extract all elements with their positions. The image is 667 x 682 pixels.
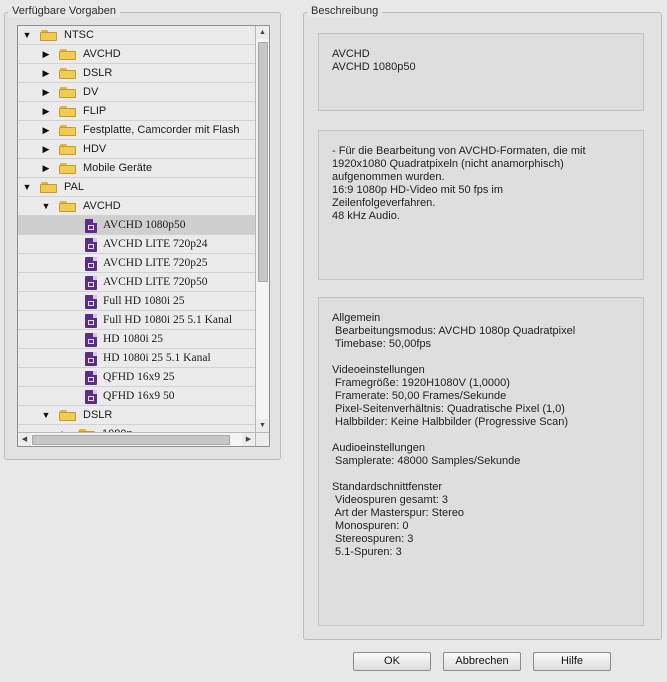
preset-file-icon [85, 371, 97, 385]
tree-preset-row[interactable]: Full HD 1080i 25 [18, 292, 255, 311]
ok-button[interactable]: OK [353, 652, 431, 671]
disclosure-expanded-icon[interactable]: ▼ [21, 178, 33, 197]
preset-tree[interactable]: ▼ NTSC ▶ AVCHD ▶ DSLR ▶ DV ▶ FLIP ▶ Festplatte, Cam… [17, 25, 270, 447]
tree-preset-row[interactable]: AVCHD LITE 720p25 [18, 254, 255, 273]
tree-preset-label: Full HD 1080i 25 5.1 Kanal [103, 314, 233, 326]
tree-folder-row[interactable]: ▼ DSLR [18, 406, 255, 425]
tree-preset-row[interactable]: AVCHD LITE 720p24 [18, 235, 255, 254]
tree-preset-row[interactable]: AVCHD 1080p50 [18, 216, 255, 235]
tree-folder-label: 1080p [102, 425, 133, 432]
preset-file-icon [85, 238, 97, 252]
preset-details-text: Allgemein Bearbeitungsmodus: AVCHD 1080p… [332, 312, 576, 558]
tree-folder-row[interactable]: ▶ 1080p [18, 425, 255, 432]
folder-icon [59, 201, 76, 212]
description-group-title: Beschreibung [307, 5, 383, 17]
help-button[interactable]: Hilfe [533, 652, 611, 671]
tree-folder-label: PAL [64, 181, 84, 193]
tree-folder-label: AVCHD [83, 200, 121, 212]
tree-folder-row[interactable]: ▶ HDV [18, 140, 255, 159]
tree-folder-row[interactable]: ▼ PAL [18, 178, 255, 197]
preset-file-icon [85, 295, 97, 309]
disclosure-collapsed-icon[interactable]: ▶ [40, 102, 52, 121]
preset-file-icon [85, 352, 97, 366]
tree-folder-label: Festplatte, Camcorder mit Flash [83, 124, 240, 136]
tree-folder-row[interactable]: ▶ Festplatte, Camcorder mit Flash [18, 121, 255, 140]
tree-preset-label: AVCHD LITE 720p25 [103, 257, 208, 269]
tree-folder-row[interactable]: ▶ DV [18, 83, 255, 102]
preset-details-box: Allgemein Bearbeitungsmodus: AVCHD 1080p… [318, 297, 644, 626]
tree-folder-label: AVCHD [83, 48, 121, 60]
preset-file-icon [85, 333, 97, 347]
tree-folder-label: Mobile Geräte [83, 162, 153, 174]
folder-icon [59, 87, 76, 98]
folder-icon [59, 125, 76, 136]
disclosure-expanded-icon[interactable]: ▼ [21, 26, 33, 45]
tree-folder-label: NTSC [64, 29, 94, 41]
tree-folder-row[interactable]: ▶ FLIP [18, 102, 255, 121]
preset-tree-rows: ▼ NTSC ▶ AVCHD ▶ DSLR ▶ DV ▶ FLIP ▶ Festplatte, Cam… [18, 26, 255, 432]
tree-preset-row[interactable]: QFHD 16x9 25 [18, 368, 255, 387]
tree-preset-label: HD 1080i 25 5.1 Kanal [103, 352, 211, 364]
disclosure-collapsed-icon[interactable]: ▶ [40, 45, 52, 64]
folder-icon [40, 182, 57, 193]
tree-preset-row[interactable]: AVCHD LITE 720p50 [18, 273, 255, 292]
scroll-down-arrow-icon[interactable]: ▼ [256, 419, 269, 432]
tree-preset-row[interactable]: Full HD 1080i 25 5.1 Kanal [18, 311, 255, 330]
tree-preset-row[interactable]: HD 1080i 25 [18, 330, 255, 349]
tree-preset-label: AVCHD 1080p50 [103, 219, 186, 231]
cancel-button[interactable]: Abbrechen [443, 652, 521, 671]
disclosure-collapsed-icon[interactable]: ▶ [40, 159, 52, 178]
tree-vertical-scrollbar[interactable]: ▲ ▼ [255, 26, 269, 432]
tree-folder-label: DSLR [83, 409, 113, 421]
disclosure-expanded-icon[interactable]: ▼ [40, 197, 52, 216]
tree-preset-label: QFHD 16x9 25 [103, 371, 175, 383]
tree-preset-label: Full HD 1080i 25 [103, 295, 185, 307]
tree-preset-label: AVCHD LITE 720p24 [103, 238, 208, 250]
preset-file-icon [85, 390, 97, 404]
disclosure-collapsed-icon[interactable]: ▶ [40, 64, 52, 83]
tree-preset-row[interactable]: QFHD 16x9 50 [18, 387, 255, 406]
folder-icon [40, 30, 57, 41]
tree-folder-label: HDV [83, 143, 107, 155]
horizontal-scroll-thumb[interactable] [32, 435, 230, 445]
preset-file-icon [85, 314, 97, 328]
preset-file-icon [85, 219, 97, 233]
folder-icon [59, 163, 76, 174]
scroll-up-arrow-icon[interactable]: ▲ [256, 26, 269, 39]
tree-folder-label: DV [83, 86, 99, 98]
folder-icon [59, 106, 76, 117]
preset-file-icon [85, 276, 97, 290]
preset-file-icon [85, 257, 97, 271]
tree-horizontal-scrollbar[interactable]: ◀ ▶ [18, 432, 255, 446]
disclosure-collapsed-icon[interactable]: ▶ [40, 83, 52, 102]
disclosure-collapsed-icon[interactable]: ▶ [40, 140, 52, 159]
preset-name-text: AVCHD AVCHD 1080p50 [332, 48, 416, 73]
preset-description-box: - Für die Bearbeitung von AVCHD-Formaten… [318, 130, 644, 280]
folder-icon [59, 49, 76, 60]
vertical-scroll-thumb[interactable] [258, 42, 268, 282]
presets-group-title: Verfügbare Vorgaben [8, 5, 120, 17]
disclosure-collapsed-icon[interactable]: ▶ [59, 425, 71, 432]
scrollbar-corner [255, 432, 269, 446]
scroll-left-arrow-icon[interactable]: ◀ [18, 433, 31, 446]
tree-folder-row[interactable]: ▼ AVCHD [18, 197, 255, 216]
disclosure-expanded-icon[interactable]: ▼ [40, 406, 52, 425]
tree-preset-label: AVCHD LITE 720p50 [103, 276, 208, 288]
tree-preset-label: QFHD 16x9 50 [103, 390, 175, 402]
scroll-right-arrow-icon[interactable]: ▶ [242, 433, 255, 446]
tree-folder-row[interactable]: ▶ Mobile Geräte [18, 159, 255, 178]
tree-folder-label: DSLR [83, 67, 113, 79]
folder-icon [59, 68, 76, 79]
tree-preset-label: HD 1080i 25 [103, 333, 164, 345]
preset-description-text: - Für die Bearbeitung von AVCHD-Formaten… [332, 145, 586, 222]
tree-preset-row[interactable]: HD 1080i 25 5.1 Kanal [18, 349, 255, 368]
tree-folder-row[interactable]: ▼ NTSC [18, 26, 255, 45]
disclosure-collapsed-icon[interactable]: ▶ [40, 121, 52, 140]
preset-name-box: AVCHD AVCHD 1080p50 [318, 33, 644, 111]
tree-folder-row[interactable]: ▶ AVCHD [18, 45, 255, 64]
folder-icon [59, 144, 76, 155]
folder-icon [59, 410, 76, 421]
tree-folder-row[interactable]: ▶ DSLR [18, 64, 255, 83]
tree-folder-label: FLIP [83, 105, 107, 117]
